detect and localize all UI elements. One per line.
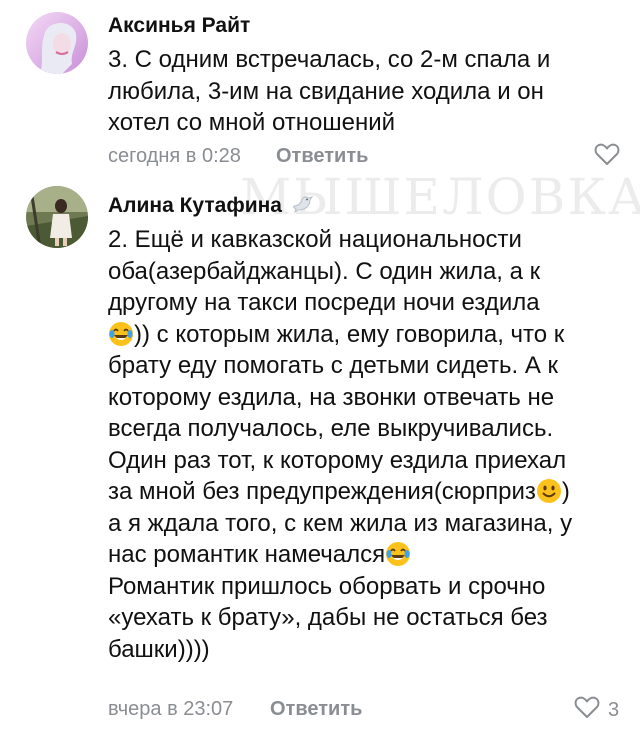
like-button[interactable]: 3 <box>574 695 619 725</box>
heart-outline-icon <box>594 142 620 172</box>
heart-outline-icon <box>574 695 600 725</box>
comment-author[interactable]: Аксинья Райт <box>108 14 250 38</box>
face-with-tears-of-joy-icon <box>108 321 134 347</box>
comment-line: всегда получалось, еле выкручивались. <box>108 415 554 442</box>
comment-author-name: Алина Кутафина <box>108 194 282 217</box>
comment-line: башки)))) <box>108 635 210 663</box>
comment-line: любила, 3-им на свидание ходила и он <box>108 77 544 105</box>
comment-line: другому на такси посреди ночи ездила <box>108 289 540 316</box>
comment-text: 3. С одним встречалась, со 2-м спала и л… <box>108 44 550 139</box>
comment-line: нас романтик намечался <box>108 539 572 571</box>
comment-author[interactable]: Алина Кутафина <box>108 194 314 218</box>
comment-line: которому ездила, на звонки отвечать не <box>108 383 555 411</box>
avatar[interactable] <box>26 12 88 74</box>
dove-icon <box>292 194 314 214</box>
comment-timestamp: вчера в 23:07 <box>108 698 234 720</box>
comment-line: Романтик пришлось оборвать и срочно <box>108 572 546 600</box>
comment-line: 2. Ещё и кавказской национальности <box>108 226 522 253</box>
comment-1: Аксинья Райт 3. С одним встречалась, со … <box>0 0 640 172</box>
comment-line: а я ждала того, с кем жила из магазина, … <box>108 509 573 537</box>
comment-line: )) с которым жила, ему говорила, что к <box>108 319 572 351</box>
comment-timestamp: сегодня в 0:28 <box>108 145 241 167</box>
like-count: 3 <box>608 698 620 721</box>
comment-line: «уехать к брату», дабы не остаться без <box>108 604 548 631</box>
comment-line: 3. С одним встречалась, со 2-м спала и <box>108 46 551 73</box>
comment-line-text: за мной без предупреждения(сюрприз <box>108 478 536 505</box>
comment-2: Алина Кутафина 2. Ещё и кавказской нацио… <box>0 180 640 735</box>
comment-line: Один раз тот, к которому ездила приехал <box>108 446 567 474</box>
comment-line-end: ) <box>561 478 570 505</box>
slightly-smiling-face-icon <box>536 478 562 504</box>
comment-line-text: )) с которым жила, ему говорила, что к <box>134 320 565 348</box>
avatar[interactable] <box>26 186 88 248</box>
comment-line: брату еду помогать с детьми сидеть. А к <box>108 352 558 379</box>
comment-line: хотел со мной отношений <box>108 109 396 136</box>
like-button[interactable] <box>594 142 620 172</box>
comment-text: 2. Ещё и кавказской национальности оба(а… <box>108 224 572 665</box>
comment-line: за мной без предупреждения(сюрприз ) <box>108 476 572 508</box>
reply-button[interactable]: Ответить <box>276 145 368 168</box>
comment-line-text: нас романтик намечался <box>108 541 386 568</box>
face-with-tears-of-joy-icon <box>385 541 411 567</box>
comment-line: оба(азербайджанцы). С один жила, а к <box>108 257 541 285</box>
reply-button[interactable]: Ответить <box>270 698 362 721</box>
